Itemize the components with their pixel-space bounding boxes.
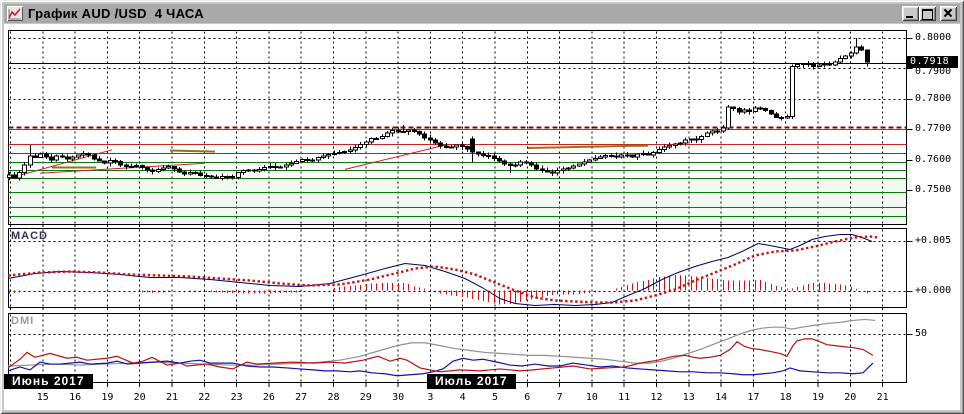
x-axis-label: 18: [779, 392, 792, 403]
x-axis-label: 23: [230, 392, 243, 403]
x-axis-label: 7: [556, 392, 563, 403]
x-axis-label: 14: [715, 392, 728, 403]
x-axis-label: 19: [101, 392, 114, 403]
x-axis-label: 13: [682, 392, 695, 403]
x-axis-label: 27: [295, 392, 308, 403]
price-panel[interactable]: [8, 30, 906, 224]
x-axis-label: 19: [811, 392, 825, 403]
x-axis-label: 20: [844, 392, 857, 403]
macd-axis-label: +0.005: [915, 234, 952, 246]
price-axis-label: 0.7600: [915, 153, 952, 165]
minimize-button[interactable]: [902, 6, 919, 21]
x-axis-label: 12: [650, 392, 663, 403]
x-axis-label: 22: [198, 392, 211, 403]
dmi-axis-label: 50: [915, 328, 928, 339]
x-axis-label: 26: [262, 392, 275, 403]
x-axis-label: 17: [747, 392, 760, 403]
price-axis-label: 0.8000: [915, 31, 952, 43]
x-axis-label: 10: [585, 392, 598, 403]
price-axis-label: 0.7500: [915, 184, 952, 196]
x-axis-label: 11: [618, 392, 631, 403]
x-axis-label: 28: [327, 392, 340, 403]
chart-icon: [7, 6, 23, 21]
x-axis-label: 16: [69, 392, 82, 403]
x-axis-label: 15: [36, 392, 49, 403]
price-axis-label: 0.7800: [915, 92, 952, 104]
close-button[interactable]: [940, 6, 957, 21]
current-price-badge: 0.7918: [907, 56, 958, 68]
window-controls: [902, 6, 957, 21]
maximize-button[interactable]: [919, 6, 936, 21]
macd-panel[interactable]: [8, 228, 906, 307]
price-axis-label: 0.7700: [915, 123, 952, 135]
x-axis-label: 29: [359, 392, 372, 403]
minimize-icon: [906, 16, 913, 18]
x-axis-label: 30: [392, 392, 405, 403]
x-axis-label: 5: [491, 392, 499, 403]
dmi-panel[interactable]: [8, 313, 906, 382]
window-title: График AUD /USD 4 ЧАСА: [28, 6, 204, 21]
x-axis-label: 21: [165, 392, 179, 403]
title-bar[interactable]: График AUD /USD 4 ЧАСА: [4, 4, 960, 23]
x-axis-label: 6: [524, 392, 531, 403]
x-axis-label: 4: [459, 392, 466, 403]
x-axis-label: 21: [876, 392, 889, 403]
x-axis-label: 20: [133, 392, 146, 403]
app-window: График AUD /USD 4 ЧАСА MACD DMI 0.7918 И…: [0, 0, 964, 414]
macd-axis-label: +0.000: [915, 284, 952, 296]
x-axis-label: 3: [427, 392, 434, 403]
maximize-icon: [922, 9, 933, 20]
